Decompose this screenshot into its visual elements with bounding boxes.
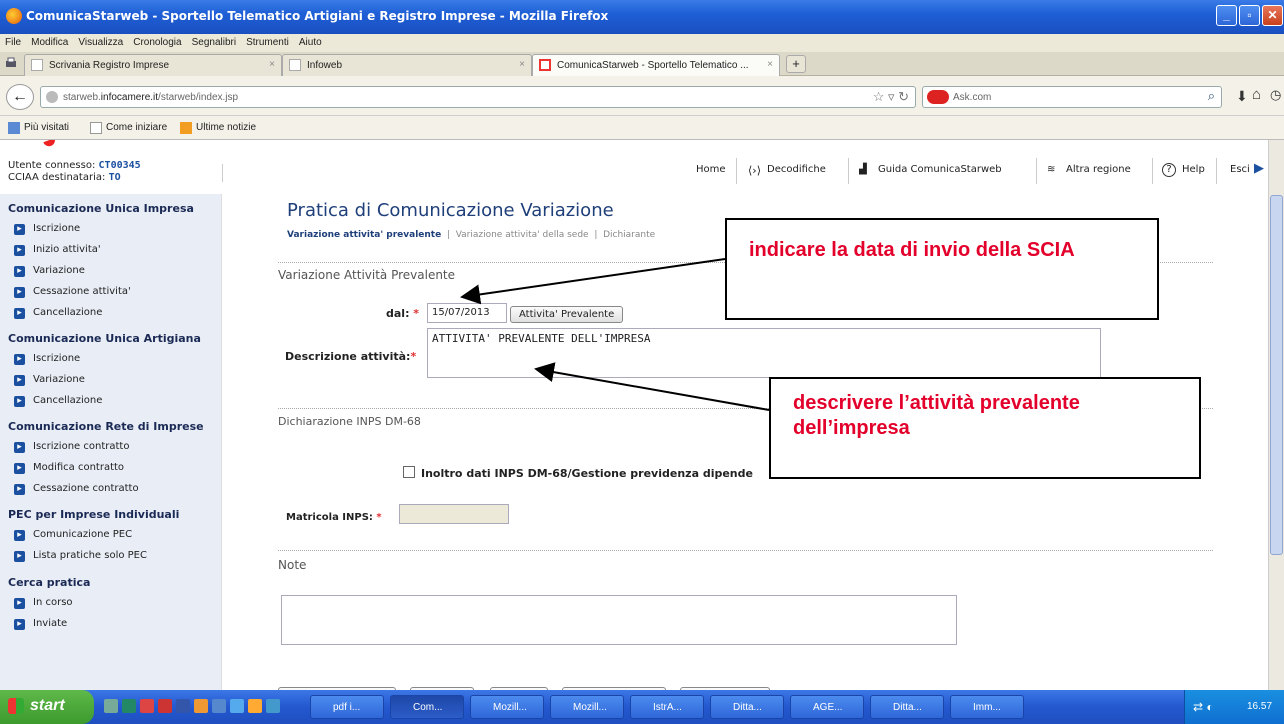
- task-ditta-1[interactable]: Ditta...: [710, 695, 784, 719]
- quicklaunch-icon[interactable]: [104, 699, 118, 713]
- windows-logo-icon: [8, 698, 24, 714]
- bookmarks-bar: Più visitati Come iniziare Ultime notizi…: [0, 116, 1284, 140]
- maximize-button[interactable]: ▫: [1239, 5, 1260, 26]
- tray-icons[interactable]: ⇄ ◐: [1193, 700, 1214, 714]
- task-ditta-2[interactable]: Ditta...: [870, 695, 944, 719]
- bookmark-piu-visitati[interactable]: Più visitati: [24, 122, 69, 133]
- tab-label: Infoweb: [307, 60, 343, 71]
- search-placeholder: Ask.com: [953, 92, 992, 103]
- minimize-button[interactable]: _: [1216, 5, 1237, 26]
- task-comunica[interactable]: Com...: [390, 695, 464, 719]
- menu-aiuto[interactable]: Aiuto: [294, 34, 327, 51]
- print-icon[interactable]: [4, 56, 18, 70]
- taskbar: start pdf i... Com... Mozill... Mozill..…: [0, 690, 1284, 724]
- quicklaunch-icon[interactable]: [176, 699, 190, 713]
- quicklaunch-icon[interactable]: [248, 699, 262, 713]
- reload-icon[interactable]: ☆ ▿ ↻: [873, 89, 909, 105]
- menu-visualizza[interactable]: Visualizza: [73, 34, 128, 51]
- window-title: ComunicaStarweb - Sportello Telematico A…: [26, 9, 609, 23]
- tab-infoweb[interactable]: Infoweb ×: [282, 54, 532, 76]
- scrollbar-thumb[interactable]: [1270, 195, 1283, 555]
- menu-strumenti[interactable]: Strumenti: [241, 34, 294, 51]
- task-istra[interactable]: IstrA...: [630, 695, 704, 719]
- bookmark-folder-icon: [8, 122, 20, 134]
- url-prefix: starweb.: [63, 92, 101, 103]
- history-icon[interactable]: ◷: [1270, 87, 1281, 103]
- arrow-to-description: [534, 362, 770, 411]
- clock: 16.57: [1247, 701, 1273, 712]
- search-input[interactable]: Ask.com ⌕: [922, 86, 1222, 108]
- page-icon: [90, 122, 102, 134]
- close-tab-icon[interactable]: ×: [767, 59, 773, 70]
- close-window-button[interactable]: ✕: [1262, 5, 1283, 26]
- url-path: /starweb/index.jsp: [158, 92, 239, 103]
- ask-engine-icon[interactable]: [927, 90, 949, 104]
- search-icon[interactable]: ⌕: [1208, 88, 1215, 104]
- url-host: infocamere.it: [100, 92, 159, 103]
- tab-comunicastarweb[interactable]: ComunicaStarweb - Sportello Telematico .…: [532, 54, 780, 76]
- start-label: start: [30, 697, 65, 714]
- url-bar[interactable]: starweb.infocamere.it/starweb/index.jsp …: [40, 86, 916, 108]
- window-titlebar: ComunicaStarweb - Sportello Telematico A…: [0, 0, 1284, 34]
- system-tray: ⇄ ◐ 16.57: [1184, 690, 1284, 724]
- quicklaunch-icon[interactable]: [158, 699, 172, 713]
- menu-file[interactable]: File: [0, 34, 26, 51]
- home-icon[interactable]: ⌂: [1252, 86, 1261, 103]
- firefox-icon: [6, 8, 22, 24]
- close-tab-icon[interactable]: ×: [519, 59, 525, 70]
- close-tab-icon[interactable]: ×: [269, 59, 275, 70]
- task-mozilla-2[interactable]: Mozill...: [550, 695, 624, 719]
- task-age[interactable]: AGE...: [790, 695, 864, 719]
- quicklaunch-icon[interactable]: [230, 699, 244, 713]
- page-scrollbar[interactable]: [1268, 140, 1284, 690]
- quicklaunch-icon[interactable]: [212, 699, 226, 713]
- rss-icon: [180, 122, 192, 134]
- arrow-to-date: [460, 258, 726, 305]
- quicklaunch-icon[interactable]: [194, 699, 208, 713]
- tab-scrivania[interactable]: Scrivania Registro Imprese ×: [24, 54, 282, 76]
- annotation-arrows: [460, 258, 770, 411]
- quicklaunch-icon[interactable]: [266, 699, 280, 713]
- starweb-icon: [539, 59, 551, 71]
- menu-modifica[interactable]: Modifica: [26, 34, 73, 51]
- back-button[interactable]: ←: [6, 84, 34, 110]
- navigation-bar: ← starweb.infocamere.it/starweb/index.js…: [0, 76, 1284, 116]
- tab-label: Scrivania Registro Imprese: [49, 60, 170, 71]
- quicklaunch-icon[interactable]: [122, 699, 136, 713]
- bookmark-ultime-notizie[interactable]: Ultime notizie: [196, 122, 256, 133]
- start-button[interactable]: start: [0, 690, 94, 724]
- downloads-icon[interactable]: ⬇: [1236, 88, 1248, 105]
- page-icon: [31, 59, 43, 71]
- menu-cronologia[interactable]: Cronologia: [128, 34, 186, 51]
- task-imm[interactable]: Imm...: [950, 695, 1024, 719]
- task-pdf[interactable]: pdf i...: [310, 695, 384, 719]
- task-mozilla-1[interactable]: Mozill...: [470, 695, 544, 719]
- globe-icon: [46, 91, 58, 103]
- quicklaunch-icon[interactable]: [140, 699, 154, 713]
- new-tab-button[interactable]: +: [786, 55, 806, 73]
- page-icon: [289, 59, 301, 71]
- menu-segnalibri[interactable]: Segnalibri: [187, 34, 241, 51]
- menu-bar: File Modifica Visualizza Cronologia Segnalib…: [0, 34, 1284, 52]
- page-content: Utente connesso: CT00345 CCIAA destinata…: [0, 140, 1268, 690]
- bookmark-come-iniziare[interactable]: Come iniziare: [106, 122, 167, 133]
- tab-label: ComunicaStarweb - Sportello Telematico .…: [557, 60, 749, 71]
- tab-bar: Scrivania Registro Imprese × Infoweb × C…: [0, 52, 1284, 76]
